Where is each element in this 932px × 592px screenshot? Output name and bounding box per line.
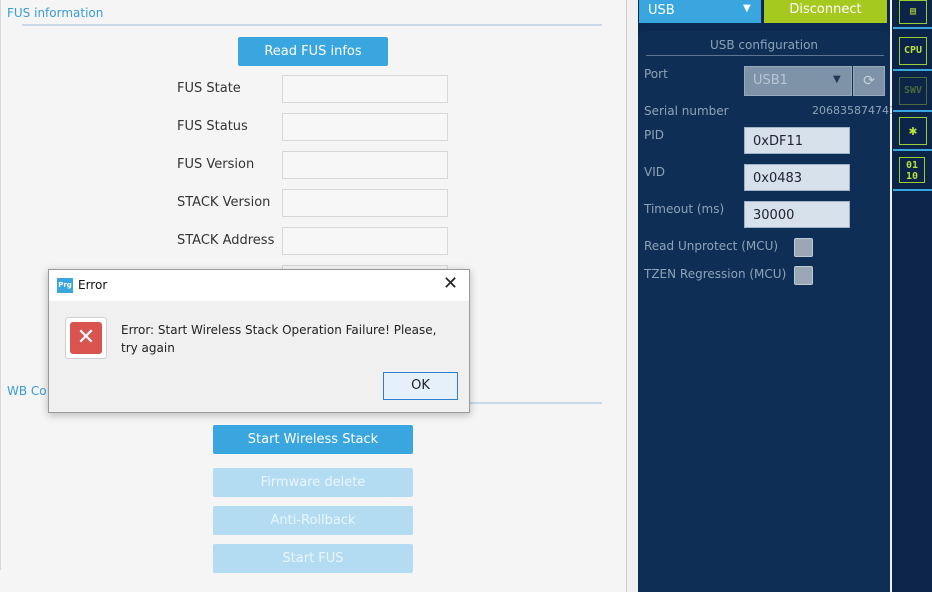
- port-select[interactable]: USB1 ▼: [744, 66, 852, 96]
- binary-top: 01: [905, 160, 919, 171]
- chevron-down-icon: ▼: [833, 74, 841, 85]
- dialog-titlebar: Prg Error ✕: [49, 270, 469, 301]
- anti-rollback-button[interactable]: Anti-Rollback: [213, 506, 413, 535]
- timeout-input[interactable]: 30000: [744, 201, 850, 228]
- fus-status-label: FUS Status: [177, 119, 248, 134]
- usb-config-title: USB configuration: [709, 38, 819, 52]
- serial-number-label: Serial number: [644, 104, 729, 118]
- sidebar-divider: [893, 110, 932, 112]
- swv-icon[interactable]: SWV: [899, 77, 927, 105]
- wb-section-divider: [468, 402, 602, 404]
- firmware-delete-button[interactable]: Firmware delete: [213, 468, 413, 497]
- fus-state-field: [282, 75, 448, 103]
- start-wireless-stack-button[interactable]: Start Wireless Stack: [213, 425, 413, 454]
- tzen-regression-label: TZEN Regression (MCU): [644, 267, 787, 281]
- read-fus-infos-button[interactable]: Read FUS infos: [238, 37, 388, 66]
- fus-section-title: FUS information: [7, 6, 104, 20]
- ok-button[interactable]: OK: [383, 372, 458, 400]
- fus-status-field: [282, 113, 448, 141]
- start-fus-button[interactable]: Start FUS: [213, 544, 413, 573]
- dialog-title: Error: [78, 278, 108, 292]
- sidebar-divider: [893, 149, 932, 151]
- stack-address-label: STACK Address: [177, 233, 275, 248]
- disconnect-button[interactable]: Disconnect: [764, 0, 887, 23]
- stack-address-field: [282, 227, 448, 255]
- stack-version-field: [282, 189, 448, 217]
- stack-version-label: STACK Version: [177, 195, 271, 210]
- tzen-regression-checkbox[interactable]: [794, 266, 813, 285]
- fus-state-label: FUS State: [177, 81, 241, 96]
- timeout-label: Timeout (ms): [644, 202, 725, 216]
- panel-right-border: [626, 0, 627, 592]
- binary-bottom: 10: [905, 171, 919, 182]
- port-label: Port: [644, 67, 668, 81]
- fus-version-label: FUS Version: [177, 157, 255, 172]
- fus-version-field: [282, 151, 448, 179]
- binary-icon[interactable]: 01 10: [899, 157, 925, 183]
- memory-icon[interactable]: ▤: [899, 0, 927, 24]
- port-select-value: USB1: [753, 73, 788, 88]
- cpu-icon[interactable]: CPU: [899, 37, 927, 65]
- vid-label: VID: [644, 165, 665, 179]
- error-icon: ✕: [70, 322, 102, 354]
- chevron-down-icon: ▼: [743, 3, 751, 14]
- error-dialog: Prg Error ✕ ✕ Error: Start Wireless Stac…: [48, 269, 470, 413]
- pid-input[interactable]: 0xDF11: [744, 127, 850, 154]
- vid-input[interactable]: 0x0483: [744, 164, 850, 191]
- sidebar-divider: [893, 69, 932, 71]
- refresh-icon[interactable]: ⟳: [853, 66, 885, 96]
- serial-number-value: 206835874741: [812, 104, 896, 117]
- close-icon[interactable]: ✕: [443, 274, 458, 294]
- sidebar-divider: [893, 27, 932, 29]
- interface-select-value: USB: [648, 3, 675, 18]
- bug-icon[interactable]: ✱: [899, 117, 927, 145]
- fus-section-divider: [22, 24, 602, 26]
- wb-section-title: WB Co: [7, 384, 47, 398]
- usb-config-divider: [646, 55, 884, 56]
- panel-left-border: [0, 0, 1, 570]
- app-logo-icon: Prg: [57, 278, 73, 293]
- pid-label: PID: [644, 128, 665, 142]
- sidebar-divider: [893, 189, 932, 191]
- interface-select[interactable]: USB ▼: [639, 0, 761, 23]
- error-icon-frame: ✕: [65, 317, 107, 359]
- dialog-message: Error: Start Wireless Stack Operation Fa…: [121, 323, 437, 355]
- read-unprotect-label: Read Unprotect (MCU): [644, 239, 779, 253]
- read-unprotect-checkbox[interactable]: [794, 238, 813, 257]
